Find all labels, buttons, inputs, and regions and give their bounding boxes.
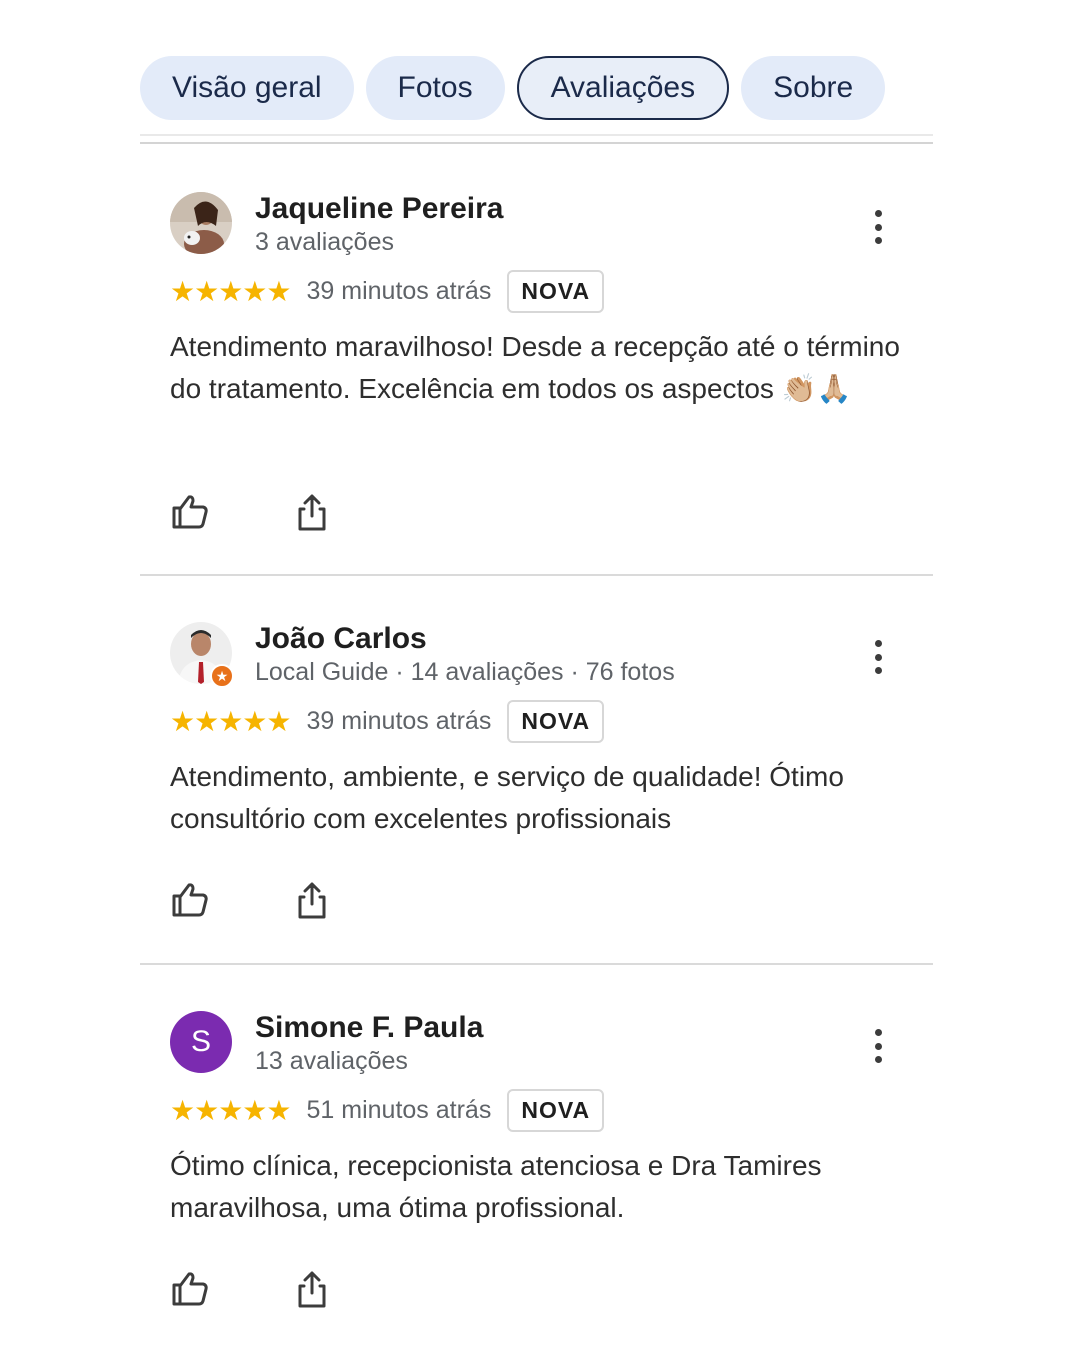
rating-row: ★★★★★ 51 minutos atrás NOVA bbox=[170, 1088, 605, 1132]
divider bbox=[140, 963, 933, 965]
local-guide-icon: ★ bbox=[210, 664, 234, 688]
avatar-letter: S bbox=[170, 1011, 232, 1073]
new-badge: NOVA bbox=[507, 699, 605, 743]
review-text: Atendimento maravilhoso! Desde a recepçã… bbox=[170, 331, 900, 404]
review-time: 51 minutos atrás bbox=[306, 1095, 492, 1124]
avatar[interactable]: ★ bbox=[170, 622, 234, 688]
avatar[interactable]: S bbox=[170, 1011, 232, 1073]
thumbs-up-icon[interactable] bbox=[170, 880, 210, 920]
review-card: S Simone F. Paula 13 avaliações ★★★★★ 51… bbox=[140, 1011, 933, 1331]
reviewer-name[interactable]: Jaqueline Pereira bbox=[255, 192, 503, 226]
rating-row: ★★★★★ 39 minutos atrás NOVA bbox=[170, 269, 605, 313]
avatar[interactable] bbox=[170, 192, 232, 254]
rating-row: ★★★★★ 39 minutos atrás NOVA bbox=[170, 699, 605, 743]
review-card: Jaqueline Pereira 3 avaliações ★★★★★ 39 … bbox=[140, 192, 933, 552]
star-rating: ★★★★★ bbox=[170, 1094, 292, 1126]
review-text: Atendimento, ambiente, e serviço de qual… bbox=[170, 761, 844, 834]
star-rating: ★★★★★ bbox=[170, 705, 292, 737]
review-text: Ótimo clínica, recepcionista atenciosa e… bbox=[170, 1150, 822, 1223]
profile-photo bbox=[170, 192, 232, 254]
star-rating: ★★★★★ bbox=[170, 275, 292, 307]
share-icon[interactable] bbox=[292, 492, 332, 532]
new-badge: NOVA bbox=[507, 269, 605, 313]
reviewer-meta: 3 avaliações bbox=[255, 228, 394, 256]
thumbs-up-icon[interactable] bbox=[170, 1269, 210, 1309]
more-vert-icon[interactable] bbox=[868, 210, 888, 244]
review-time: 39 minutos atrás bbox=[306, 276, 492, 305]
share-icon[interactable] bbox=[292, 880, 332, 920]
reviewer-name[interactable]: João Carlos bbox=[255, 622, 427, 656]
tab-divider bbox=[140, 134, 933, 144]
tab-about[interactable]: Sobre bbox=[741, 56, 886, 120]
reviewer-meta: 13 avaliações bbox=[255, 1047, 408, 1075]
tab-bar: Visão geral Fotos Avaliações Sobre bbox=[140, 56, 886, 120]
tab-reviews[interactable]: Avaliações bbox=[516, 56, 730, 120]
reviewer-name[interactable]: Simone F. Paula bbox=[255, 1011, 483, 1045]
review-time: 39 minutos atrás bbox=[306, 706, 492, 735]
thumbs-up-icon[interactable] bbox=[170, 492, 210, 532]
reviewer-meta: Local Guide · 14 avaliações · 76 fotos bbox=[255, 658, 675, 686]
review-card: ★ João Carlos Local Guide · 14 avaliaçõe… bbox=[140, 622, 933, 942]
new-badge: NOVA bbox=[507, 1088, 605, 1132]
more-vert-icon[interactable] bbox=[868, 1029, 888, 1063]
tab-overview[interactable]: Visão geral bbox=[140, 56, 354, 120]
share-icon[interactable] bbox=[292, 1269, 332, 1309]
divider bbox=[140, 574, 933, 576]
more-vert-icon[interactable] bbox=[868, 640, 888, 674]
tab-photos[interactable]: Fotos bbox=[365, 56, 505, 120]
